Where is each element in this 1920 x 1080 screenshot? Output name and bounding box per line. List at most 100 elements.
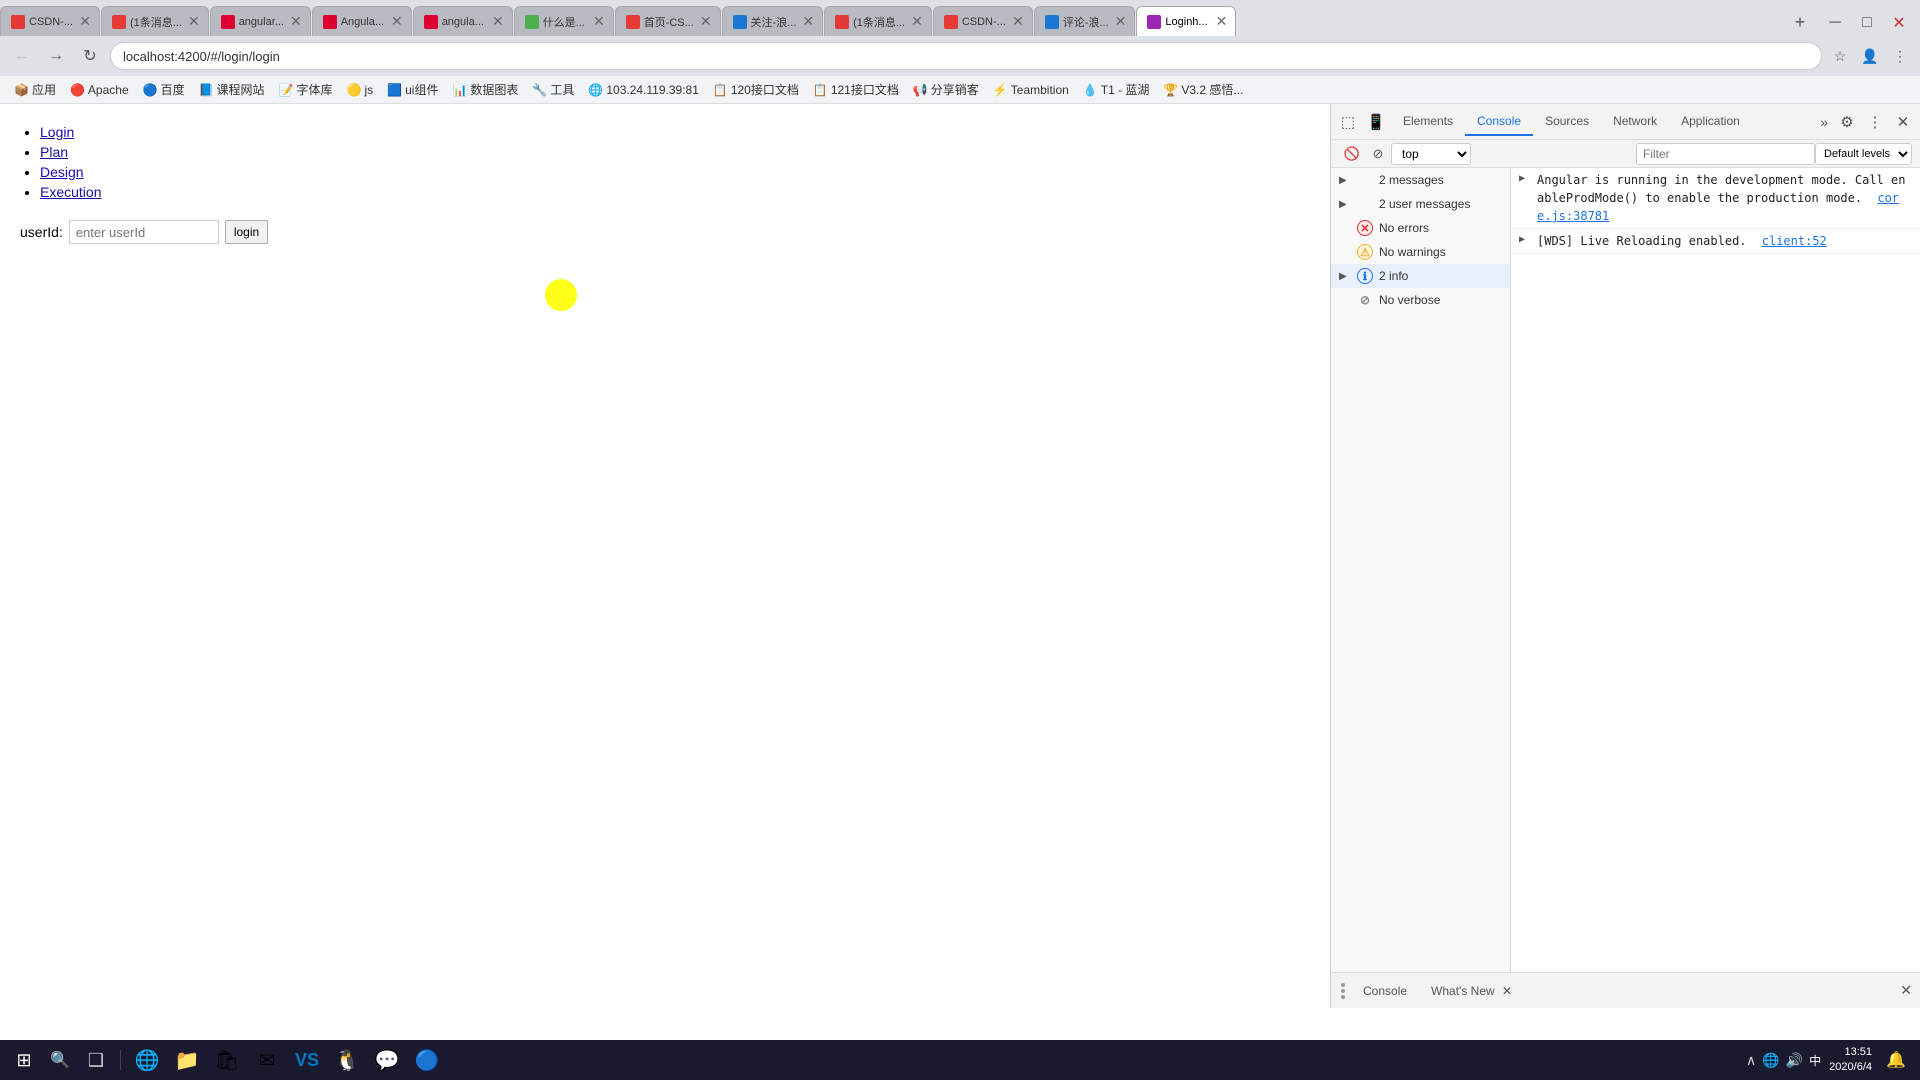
console-filter-item[interactable]: ⚠No warnings [1331, 240, 1510, 264]
close-button[interactable]: ✕ [1886, 10, 1912, 36]
tab-close-icon[interactable]: ✕ [79, 13, 91, 30]
console-bottom-tab[interactable]: Console [1355, 981, 1415, 1001]
console-filter-input[interactable] [1636, 143, 1815, 165]
close-bottom-bar-button[interactable]: ✕ [1900, 982, 1912, 999]
browser-tab-t4[interactable]: Angula... ✕ [312, 6, 412, 36]
taskbar-store-icon[interactable]: 🛍 [209, 1044, 245, 1076]
url-bar[interactable]: localhost:4200/#/login/login [110, 42, 1822, 70]
browser-tab-t12[interactable]: Loginh... ✕ [1136, 6, 1236, 36]
tab-close-icon[interactable]: ✕ [700, 13, 712, 30]
devtools-menu-button[interactable]: ⋮ [1862, 109, 1888, 135]
bookmark-item[interactable]: 🌐103.24.119.39:81 [582, 81, 704, 99]
tab-close-icon[interactable]: ✕ [1216, 13, 1228, 30]
bookmark-item[interactable]: 📢分享销客 [907, 79, 985, 100]
taskbar-clock[interactable]: 13:51 2020/6/4 [1829, 1045, 1872, 1076]
bookmark-item[interactable]: 🔧工具 [526, 79, 580, 100]
back-button[interactable]: ← [8, 42, 36, 70]
taskbar-task-view[interactable]: ❑ [80, 1044, 112, 1076]
bookmark-item[interactable]: ⚡Teambition [987, 81, 1075, 99]
user-icon[interactable]: 👤 [1858, 44, 1882, 68]
tab-close-icon[interactable]: ✕ [492, 13, 504, 30]
log-level-selector[interactable]: Default levels [1815, 143, 1912, 165]
browser-tab-t11[interactable]: 评论-浪... ✕ [1034, 6, 1136, 36]
resize-handle[interactable] [1339, 983, 1347, 999]
browser-tab-t1[interactable]: CSDN-... ✕ [0, 6, 100, 36]
settings-button[interactable]: ⚙ [1834, 109, 1860, 135]
bookmark-item[interactable]: 📝字体库 [273, 79, 339, 100]
bookmark-item[interactable]: 📦应用 [8, 79, 62, 100]
taskbar-wechat-icon[interactable]: 💬 [369, 1044, 405, 1076]
log-link[interactable]: client:52 [1762, 234, 1827, 248]
devtools-tab-console[interactable]: Console [1465, 108, 1533, 136]
execution-link[interactable]: Execution [40, 184, 101, 200]
console-filter-item[interactable]: ✕No errors [1331, 216, 1510, 240]
close-devtools-button[interactable]: ✕ [1890, 109, 1916, 135]
login-link[interactable]: Login [40, 124, 74, 140]
userid-input[interactable] [69, 220, 219, 244]
browser-tab-t2[interactable]: (1条消息... ✕ [101, 6, 209, 36]
expand-icon[interactable]: ∧ [1746, 1052, 1756, 1069]
network-icon[interactable]: 🌐 [1762, 1052, 1779, 1069]
bookmark-item[interactable]: 💧T1 - 蓝湖 [1077, 79, 1156, 100]
context-selector[interactable]: top [1391, 143, 1471, 165]
tab-close-icon[interactable]: ✕ [188, 13, 200, 30]
bookmark-item[interactable]: 🏆V3.2 感悟... [1157, 79, 1249, 100]
taskbar-search-button[interactable]: 🔍 [44, 1044, 76, 1076]
taskbar-explorer-icon[interactable]: 📁 [169, 1044, 205, 1076]
browser-tab-t9[interactable]: (1条消息... ✕ [824, 6, 932, 36]
tab-close-icon[interactable]: ✕ [391, 13, 403, 30]
tab-close-icon[interactable]: ✕ [593, 13, 605, 30]
bookmark-item[interactable]: 📊数据图表 [446, 79, 524, 100]
bookmark-item[interactable]: 🔵百度 [137, 79, 191, 100]
devtools-tab-network[interactable]: Network [1601, 108, 1669, 136]
plan-link[interactable]: Plan [40, 144, 68, 160]
browser-tab-t5[interactable]: angula... ✕ [413, 6, 513, 36]
new-tab-button[interactable]: + [1786, 8, 1814, 36]
tab-close-icon[interactable]: ✕ [1012, 13, 1024, 30]
expand-icon[interactable]: ▶ [1519, 173, 1531, 184]
log-link[interactable]: core.js:38781 [1537, 191, 1899, 223]
taskbar-qq-icon[interactable]: 🐧 [329, 1044, 365, 1076]
console-filter-item[interactable]: ▶2 user messages [1331, 192, 1510, 216]
devtools-tab-sources[interactable]: Sources [1533, 108, 1601, 136]
devtools-tab-application[interactable]: Application [1669, 108, 1752, 136]
bookmark-item[interactable]: 📋120接口文档 [707, 79, 805, 100]
restore-button[interactable]: □ [1854, 10, 1880, 36]
bookmark-item[interactable]: 📘课程网站 [193, 79, 271, 100]
more-tabs-button[interactable]: » [1816, 114, 1832, 130]
volume-icon[interactable]: 🔊 [1786, 1052, 1803, 1069]
bookmark-item[interactable]: 🟡js [341, 81, 380, 99]
notification-icon[interactable]: 🔔 [1880, 1044, 1912, 1076]
taskbar-mail-icon[interactable]: ✉ [249, 1044, 285, 1076]
console-clear-button[interactable]: 🚫 [1339, 141, 1365, 167]
bookmark-item[interactable]: 🟦ui组件 [381, 79, 444, 100]
start-button[interactable]: ⊞ [8, 1044, 40, 1076]
console-filter-item[interactable]: ⊘No verbose [1331, 288, 1510, 312]
reload-button[interactable]: ↻ [76, 42, 104, 70]
login-button[interactable]: login [225, 220, 268, 244]
device-toggle-button[interactable]: 📱 [1363, 109, 1389, 135]
whats-new-close-icon[interactable]: ✕ [1502, 984, 1512, 998]
expand-icon[interactable]: ▶ [1519, 234, 1531, 245]
browser-tab-t10[interactable]: CSDN-... ✕ [933, 6, 1033, 36]
inspect-element-button[interactable]: ⬚ [1335, 109, 1361, 135]
taskbar-vscode-icon[interactable]: VS [289, 1044, 325, 1076]
design-link[interactable]: Design [40, 164, 84, 180]
bookmark-item[interactable]: 📋121接口文档 [807, 79, 905, 100]
forward-button[interactable]: → [42, 42, 70, 70]
taskbar-chrome-icon[interactable]: 🔵 [409, 1044, 445, 1076]
devtools-tab-elements[interactable]: Elements [1391, 108, 1465, 136]
browser-tab-t6[interactable]: 什么是... ✕ [514, 6, 614, 36]
bookmark-icon[interactable]: ☆ [1828, 44, 1852, 68]
menu-icon[interactable]: ⋮ [1888, 44, 1912, 68]
tab-close-icon[interactable]: ✕ [290, 13, 302, 30]
console-filter-item[interactable]: ▶2 messages [1331, 168, 1510, 192]
tab-close-icon[interactable]: ✕ [802, 13, 814, 30]
tab-close-icon[interactable]: ✕ [911, 13, 923, 30]
browser-tab-t7[interactable]: 首页-CS... ✕ [615, 6, 721, 36]
bookmark-item[interactable]: 🔴Apache [64, 81, 135, 99]
tab-close-icon[interactable]: ✕ [1115, 13, 1127, 30]
browser-tab-t3[interactable]: angular... ✕ [210, 6, 311, 36]
console-filter-button[interactable]: ⊘ [1365, 141, 1391, 167]
taskbar-edge-icon[interactable]: 🌐 [129, 1044, 165, 1076]
